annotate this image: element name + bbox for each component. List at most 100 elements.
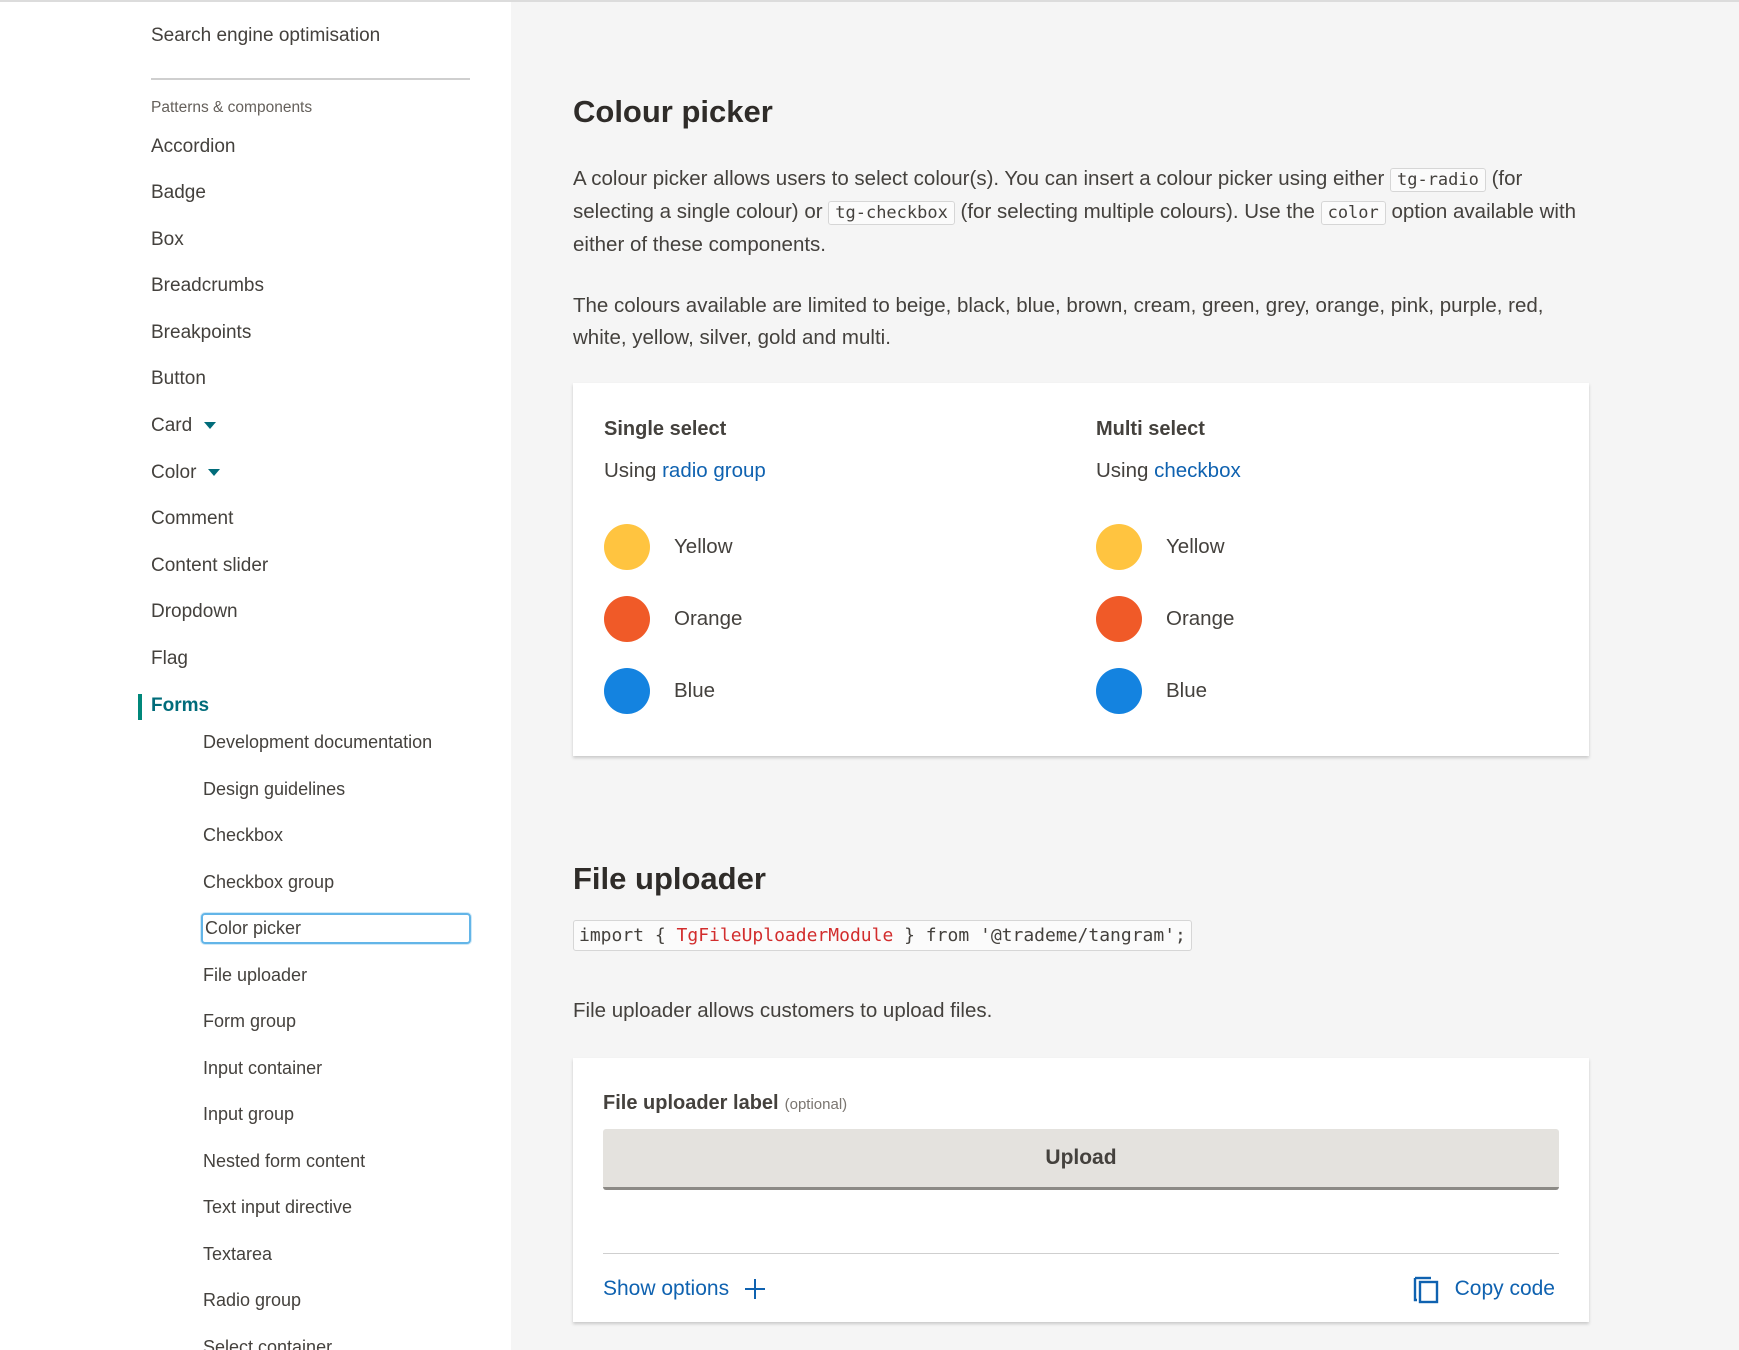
using-text: Using: [604, 459, 663, 482]
upload-button[interactable]: Upload: [603, 1129, 1559, 1190]
sidebar-item-label: Breakpoints: [151, 322, 252, 343]
multi-swatch-blue[interactable]: Blue: [1096, 668, 1207, 714]
swatch-label: Yellow: [674, 535, 733, 558]
code-module-name: TgFileUploaderModule: [676, 925, 894, 946]
swatch-dot: [1096, 524, 1142, 570]
file-uploader-label: File uploader label (optional): [603, 1092, 847, 1115]
sidebar-subitem-file-uploader[interactable]: File uploader: [203, 960, 307, 990]
swatch-dot: [604, 668, 650, 714]
optional-text: (optional): [784, 1096, 848, 1113]
code-tg-checkbox: tg-checkbox: [828, 201, 955, 225]
sidebar-item-seo[interactable]: Search engine optimisation: [151, 25, 380, 47]
plus-icon: [745, 1279, 766, 1299]
sidebar-item-breakpoints[interactable]: Breakpoints: [151, 318, 251, 348]
copy-icon: [1413, 1276, 1438, 1304]
sidebar-item-label: Comment: [151, 508, 234, 529]
sidebar-item-label: Forms: [151, 695, 210, 716]
code-tg-radio: tg-radio: [1389, 168, 1486, 192]
sidebar-subitem-radio-group[interactable]: Radio group: [203, 1285, 301, 1315]
single-swatch-blue[interactable]: Blue: [604, 668, 715, 714]
sidebar-subitem-select-container[interactable]: Select container: [203, 1332, 332, 1350]
sidebar-item-label: Badge: [151, 182, 206, 203]
swatch-label: Blue: [674, 679, 716, 702]
sidebar-subitem-color-picker[interactable]: Color picker: [201, 913, 471, 944]
multi-select-using: Using checkbox: [1096, 459, 1241, 483]
swatch-dot: [604, 524, 650, 570]
single-swatch-orange[interactable]: Orange: [604, 596, 742, 642]
sidebar-subitem-input-container[interactable]: Input container: [203, 1053, 322, 1083]
sidebar-item-breadcrumbs[interactable]: Breadcrumbs: [151, 271, 264, 301]
sidebar-subitem-form-group[interactable]: Form group: [203, 1006, 296, 1036]
file-uploader-description: File uploader allows customers to upload…: [573, 999, 993, 1022]
sidebar-subitem-checkbox[interactable]: Checkbox: [203, 820, 283, 850]
single-select-using: Using radio group: [604, 459, 766, 483]
card-divider: [603, 1253, 1559, 1254]
code-color: color: [1320, 201, 1386, 225]
sidebar-item-flag[interactable]: Flag: [151, 644, 188, 674]
sidebar-subitem-text-input-directive[interactable]: Text input directive: [203, 1192, 352, 1222]
sidebar-subitem-textarea[interactable]: Textarea: [203, 1239, 272, 1269]
show-options-label: Show options: [603, 1277, 730, 1300]
sidebar-subitem-nested-form-content[interactable]: Nested form content: [203, 1146, 365, 1176]
sidebar-item-accordion[interactable]: Accordion: [151, 132, 236, 162]
sidebar-item-box[interactable]: Box: [151, 225, 184, 255]
colour-picker-heading: Colour picker: [573, 94, 773, 129]
sidebar-item-label: Content slider: [151, 555, 269, 576]
sidebar-subitem-input-group[interactable]: Input group: [203, 1099, 294, 1129]
swatch-label: Orange: [674, 607, 743, 630]
file-uploader-heading: File uploader: [573, 861, 766, 896]
swatch-label: Orange: [1166, 607, 1235, 630]
swatch-dot: [1096, 596, 1142, 642]
code-text: } from '@trademe/tangram';: [893, 925, 1186, 946]
sidebar-item-label: Color: [151, 462, 197, 483]
sidebar-item-card[interactable]: Card: [151, 411, 217, 441]
sidebar-item-label: Card: [151, 415, 193, 436]
swatch-dot: [604, 596, 650, 642]
sidebar-divider: [151, 78, 470, 80]
sidebar-subitem-checkbox-group[interactable]: Checkbox group: [203, 867, 334, 897]
code-text: import {: [579, 925, 677, 946]
sidebar-item-label: Box: [151, 229, 184, 250]
chevron-down-icon: [204, 422, 217, 430]
sidebar-item-badge[interactable]: Badge: [151, 178, 206, 208]
show-options-button[interactable]: Show options: [603, 1277, 766, 1301]
single-swatch-yellow[interactable]: Yellow: [604, 524, 733, 570]
checkbox-link[interactable]: checkbox: [1154, 459, 1241, 482]
label-text: File uploader label: [603, 1092, 779, 1114]
sidebar-item-label: Breadcrumbs: [151, 275, 264, 296]
copy-code-label: Copy code: [1454, 1277, 1555, 1300]
sidebar-item-forms[interactable]: Forms: [151, 691, 209, 721]
sidebar-item-label: Button: [151, 368, 206, 389]
sidebar-subitem-development-documentation[interactable]: Development documentation: [203, 727, 432, 757]
multi-select-title: Multi select: [1096, 418, 1205, 440]
sidebar-item-color[interactable]: Color: [151, 458, 221, 488]
sidebar-item-content-slider[interactable]: Content slider: [151, 551, 268, 581]
sidebar-item-dropdown[interactable]: Dropdown: [151, 597, 238, 627]
sidebar-item-button[interactable]: Button: [151, 364, 206, 394]
main-content: Colour picker A colour picker allows use…: [511, 2, 1739, 1350]
intro-text: (for selecting multiple colours). Use th…: [954, 200, 1321, 223]
sidebar-subitem-design-guidelines[interactable]: Design guidelines: [203, 774, 345, 804]
swatch-label: Blue: [1166, 679, 1208, 702]
active-indicator: [138, 694, 142, 720]
multi-swatch-yellow[interactable]: Yellow: [1096, 524, 1225, 570]
swatch-label: Yellow: [1166, 535, 1225, 558]
sidebar: Search engine optimisation Patterns & co…: [0, 2, 511, 1350]
sidebar-group-title: Patterns & components: [151, 99, 313, 116]
colours-available-text: The colours available are limited to bei…: [573, 294, 1544, 349]
sidebar-item-label: Dropdown: [151, 601, 238, 622]
sidebar-item-comment[interactable]: Comment: [151, 504, 233, 534]
sidebar-item-label: Flag: [151, 648, 188, 669]
swatch-dot: [1096, 668, 1142, 714]
colour-picker-example-card: Single select Using radio group Yellow O…: [573, 383, 1589, 756]
radio-group-link[interactable]: radio group: [662, 459, 766, 482]
import-code: import { TgFileUploaderModule } from '@t…: [573, 920, 1192, 951]
intro-text: A colour picker allows users to select c…: [573, 167, 1390, 190]
single-select-title: Single select: [604, 418, 727, 440]
multi-swatch-orange[interactable]: Orange: [1096, 596, 1234, 642]
chevron-down-icon: [208, 469, 221, 477]
using-text: Using: [1096, 459, 1155, 482]
sidebar-item-label: Accordion: [151, 136, 236, 157]
copy-code-button[interactable]: Copy code: [1413, 1274, 1555, 1304]
file-uploader-example-card: File uploader label (optional) Upload Sho…: [573, 1058, 1589, 1322]
